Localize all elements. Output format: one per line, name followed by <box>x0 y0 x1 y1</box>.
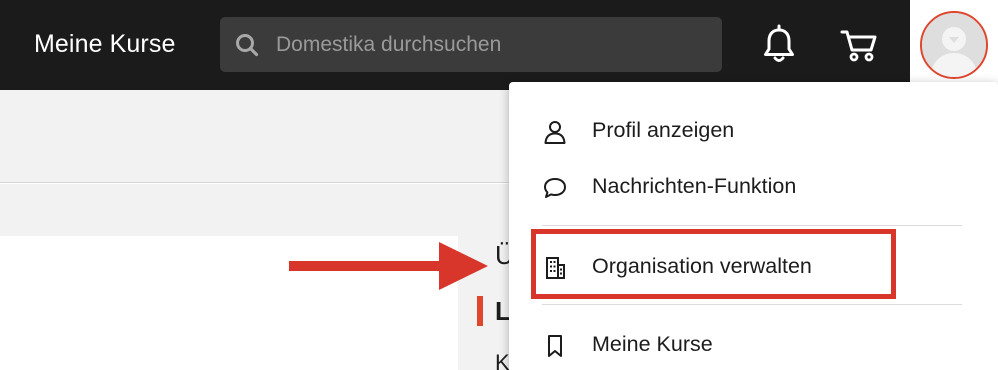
search-box[interactable] <box>220 17 722 72</box>
avatar-placeholder-icon <box>922 13 986 77</box>
search-input[interactable] <box>276 17 706 72</box>
user-dropdown-menu: Profil anzeigen Nachrichten-Funktion Org… <box>509 82 998 370</box>
menu-item-manage-organisation[interactable]: Organisation verwalten <box>509 241 998 293</box>
avatar[interactable] <box>920 11 988 79</box>
chat-bubble-icon <box>544 178 566 198</box>
menu-divider <box>542 225 962 226</box>
search-icon <box>236 34 259 57</box>
building-icon <box>546 257 565 279</box>
menu-item-label: Nachrichten-Funktion <box>592 174 797 198</box>
menu-item-messages[interactable]: Nachrichten-Funktion <box>509 161 998 213</box>
menu-item-my-courses[interactable]: Meine Kurse <box>509 319 998 370</box>
menu-divider <box>542 304 962 305</box>
cart-icon[interactable] <box>838 24 878 66</box>
bell-icon[interactable] <box>759 24 799 66</box>
user-icon <box>544 121 566 144</box>
bookmark-icon <box>548 335 562 357</box>
sidebar-item[interactable]: K <box>495 350 510 370</box>
menu-item-label: Organisation verwalten <box>592 254 812 278</box>
menu-item-label: Profil anzeigen <box>592 118 735 142</box>
annotation-arrow <box>289 242 488 290</box>
page-title[interactable]: Meine Kurse <box>34 30 175 59</box>
top-navigation-bar: Meine Kurse <box>0 0 998 90</box>
menu-item-label: Meine Kurse <box>592 332 713 356</box>
active-indicator <box>477 296 483 326</box>
avatar-container <box>910 0 998 90</box>
menu-item-profile[interactable]: Profil anzeigen <box>509 105 998 157</box>
